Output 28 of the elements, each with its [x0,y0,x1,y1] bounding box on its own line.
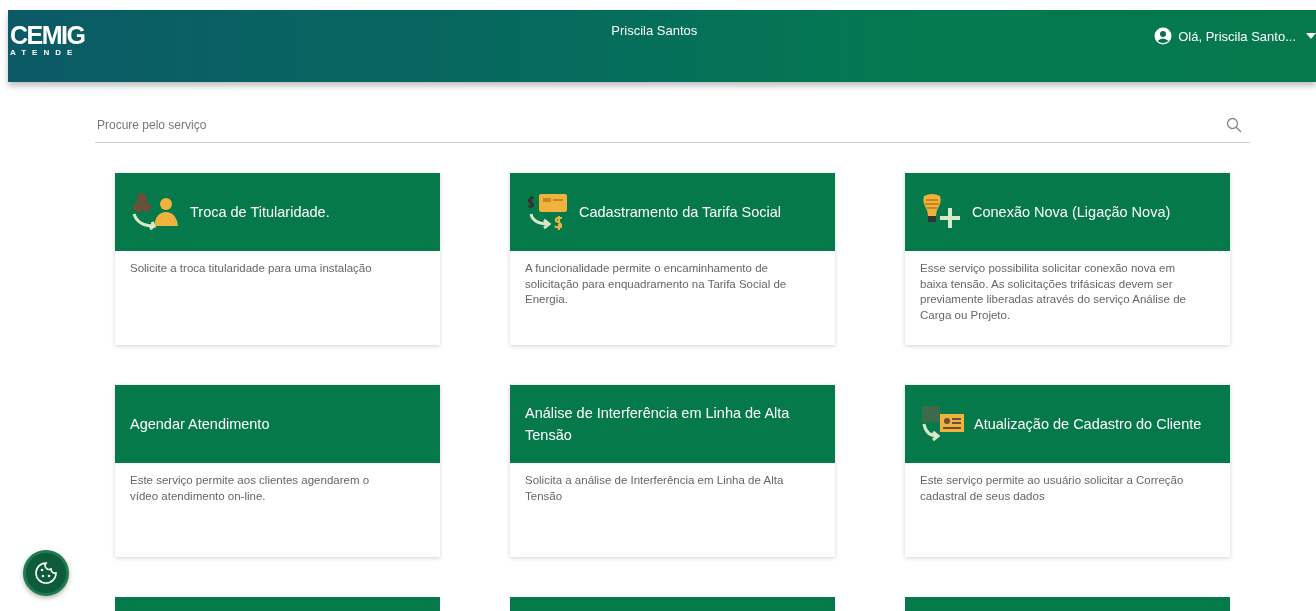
service-card[interactable]: Agendar Atendimento Este serviço permite aos clientes agendarem o vídeo atendimento on-line. [115,385,440,557]
card-title: Conexão Nova (Ligação Nova) [972,203,1171,222]
caret-icon [1306,33,1316,39]
card-title: Cadastramento da Tarifa Social [579,203,782,222]
card-description: A funcionalidade permite o encaminhamento de solicitação para enquadramento na Tarifa Social de Energia. [525,261,788,307]
id-card-icon [920,404,966,444]
card-description: Este serviço permite ao usuário solicitar a Correção cadastral de seus dados [920,473,1185,504]
user-name: Priscila Santos [611,22,698,38]
user-menu-button[interactable]: Olá, Priscila Santo... [1154,10,1316,45]
card-description: Esse serviço possibilita solicitar conexão nova em baixa tensão. As solicitações trifásicas devem ser previamente liberadas através do serviço Análise de Carga ou Projeto. [920,261,1187,323]
service-card[interactable]: Troca de Titularidade. Solicite a troca titularidade para uma instalação [115,173,440,345]
card-description: Solicite a troca titularidade para uma instalação [130,261,373,276]
card-title: Agendar Atendimento [130,415,270,434]
card-description: Este serviço permite aos clientes agendarem o vídeo atendimento on-line. [130,473,371,504]
cookie-button[interactable] [23,550,69,596]
service-card[interactable]: Análise de Interferência em Linha de Alta Tensão Solicita a análise de Interferência em Linha de Alta Tensão [510,385,835,557]
search-icon[interactable] [1226,117,1242,133]
card-title: Troca de Titularidade. [190,203,330,222]
user-icon [1154,27,1173,45]
card-title: Análise de Interferência em Linha de Alta Tensão [525,404,791,445]
logo[interactable]: CEMIG ATENDE [10,10,85,59]
search-field[interactable]: Procure pelo serviço [95,118,1226,132]
card-title: Atualização de Cadastro do Cliente [974,415,1202,434]
service-card[interactable]: Conexão Nova (Ligação Nova) Esse serviço possibilita solicitar conexão nova em baixa tensão. As solicitações trifásicas devem ser previamente liberadas através do serviço Análise de Carga ou Projeto. [905,173,1230,345]
service-card[interactable]: Atualização de Cadastro do Cliente Este serviço permite ao usuário solicitar a Correção cadastral de seus dados [905,385,1230,557]
card-description: Solicita a análise de Interferência em Linha de Alta Tensão [525,473,785,504]
cookie-icon [34,561,58,585]
service-card[interactable]: Cadastramento da Tarifa Social A funcionalidade permite o encaminhamento de solicitação para enquadramento na Tarifa Social de Energia. [510,173,835,345]
